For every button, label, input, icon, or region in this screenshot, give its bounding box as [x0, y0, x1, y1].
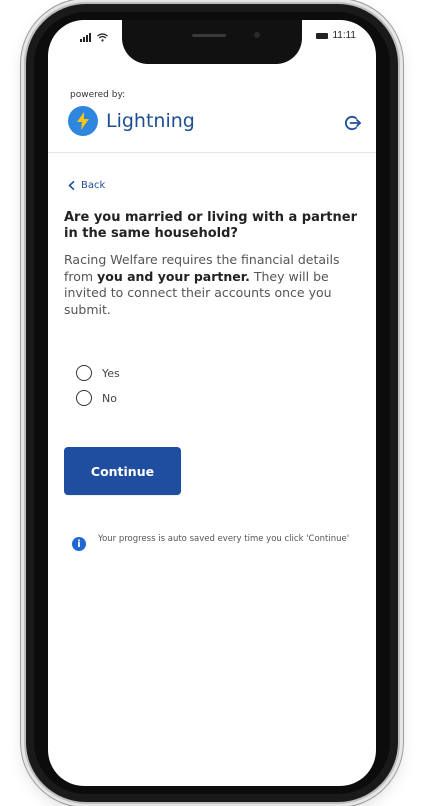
battery-icon	[316, 32, 329, 39]
logout-icon[interactable]	[344, 114, 362, 132]
status-bar-left	[80, 32, 108, 42]
status-bar-right: 11:11	[316, 30, 356, 41]
brand: Lightning	[68, 106, 195, 136]
description-bold-text: you and your partner.	[97, 268, 250, 284]
header-divider	[48, 152, 376, 153]
option-no-label: No	[102, 391, 117, 405]
radio-yes[interactable]	[76, 365, 92, 381]
radio-no[interactable]	[76, 390, 92, 406]
continue-button[interactable]: Continue	[64, 447, 181, 495]
phone-screen: 11:11 powered by: Lightning Back Are you…	[48, 20, 376, 786]
info-icon: i	[72, 537, 86, 551]
option-no[interactable]: No	[76, 390, 117, 406]
option-yes[interactable]: Yes	[76, 365, 120, 381]
wifi-icon	[97, 33, 108, 42]
status-time: 11:11	[332, 30, 356, 41]
phone-notch	[122, 20, 302, 64]
question-heading: Are you married or living with a partner…	[64, 210, 357, 241]
phone-frame: 11:11 powered by: Lightning Back Are you…	[26, 4, 398, 802]
brand-name: Lightning	[106, 110, 195, 132]
signal-icon	[80, 32, 91, 42]
speaker-icon	[192, 34, 226, 37]
question-description: Racing Welfare requires the financial de…	[64, 252, 368, 318]
autosave-message: Your progress is auto saved every time y…	[98, 534, 350, 544]
lightning-logo-icon	[68, 106, 98, 136]
powered-by-label: powered by:	[70, 90, 126, 100]
camera-icon	[254, 32, 260, 38]
chevron-left-icon	[68, 181, 75, 190]
option-yes-label: Yes	[102, 366, 120, 380]
autosave-info: i Your progress is auto saved every time…	[72, 534, 362, 551]
back-link[interactable]: Back	[68, 180, 105, 191]
back-label: Back	[81, 180, 106, 191]
